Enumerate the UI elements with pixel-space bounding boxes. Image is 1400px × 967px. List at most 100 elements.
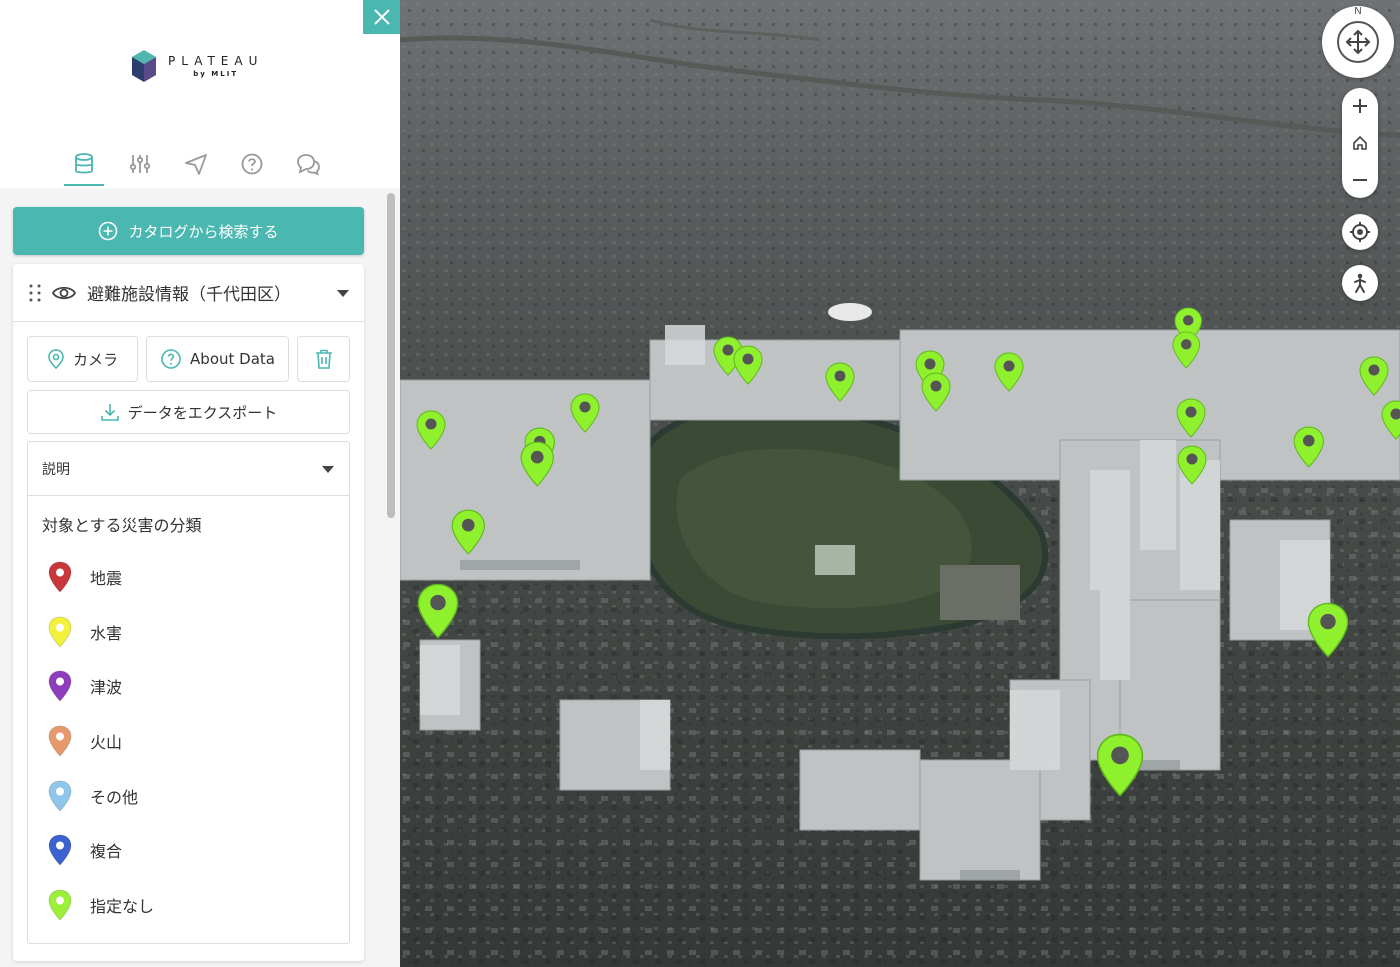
legend-label: 複合 bbox=[90, 842, 123, 862]
legend-item: 指定なし bbox=[48, 878, 349, 933]
evacuation-site-pin[interactable] bbox=[416, 410, 446, 454]
question-circle-icon bbox=[161, 349, 181, 369]
legend-label: 津波 bbox=[90, 678, 123, 698]
close-icon bbox=[373, 9, 390, 25]
compass-control[interactable]: N bbox=[1322, 6, 1394, 78]
legend-item: その他 bbox=[48, 768, 349, 823]
legend-label: 地震 bbox=[90, 569, 123, 589]
evacuation-site-pin[interactable] bbox=[570, 393, 600, 437]
panel-header: PLATEAU by MLIT bbox=[0, 0, 400, 188]
legend-item: 水害 bbox=[48, 605, 349, 660]
sliders-icon bbox=[129, 155, 151, 173]
home-button[interactable] bbox=[1342, 125, 1378, 161]
layer-title: 避難施設情報（千代田区） bbox=[87, 285, 291, 305]
map-marker-icon bbox=[48, 561, 72, 594]
map-marker-icon bbox=[48, 889, 72, 921]
map-marker-icon bbox=[1293, 426, 1325, 469]
evacuation-site-pin[interactable] bbox=[994, 352, 1024, 396]
search-catalog-button[interactable]: カタログから検索する bbox=[13, 207, 364, 255]
description-header: 説明 bbox=[42, 461, 70, 478]
evacuation-site-pin[interactable] bbox=[733, 345, 763, 389]
evacuation-site-pin[interactable] bbox=[417, 583, 459, 643]
map-marker-icon bbox=[48, 834, 72, 866]
legend-label: 火山 bbox=[90, 733, 123, 753]
disaster-legend: 地震水害津波火山その他複合指定なし bbox=[48, 550, 349, 932]
export-data-button[interactable]: データをエクスポート bbox=[27, 390, 350, 434]
map-marker-icon bbox=[48, 670, 72, 703]
map-marker-icon bbox=[48, 616, 72, 648]
panel-tabs bbox=[56, 148, 336, 188]
map-marker-icon bbox=[1172, 331, 1200, 369]
compass-north-label: N bbox=[1354, 6, 1362, 17]
tab-help[interactable] bbox=[224, 148, 280, 188]
legend-label: 指定なし bbox=[90, 896, 155, 916]
eye-icon[interactable] bbox=[51, 283, 77, 303]
evacuation-site-pin[interactable] bbox=[1177, 445, 1207, 489]
evacuation-site-pin[interactable] bbox=[921, 372, 951, 416]
logo-subtitle: by MLIT bbox=[193, 70, 239, 78]
legend-item: 津波 bbox=[48, 659, 349, 714]
map-marker-icon bbox=[994, 352, 1024, 392]
logo-title: PLATEAU bbox=[168, 54, 264, 68]
camera-button[interactable]: カメラ bbox=[27, 336, 138, 382]
zoom-in-button[interactable] bbox=[1342, 88, 1378, 124]
evacuation-site-pin[interactable] bbox=[520, 441, 555, 491]
map-marker-icon bbox=[733, 345, 763, 385]
tab-data[interactable] bbox=[56, 148, 112, 188]
home-icon bbox=[1353, 135, 1367, 150]
location-pin-icon bbox=[48, 349, 64, 369]
map-marker-icon bbox=[921, 372, 951, 412]
search-catalog-label: カタログから検索する bbox=[128, 222, 279, 241]
locate-button[interactable] bbox=[1342, 214, 1378, 250]
evacuation-site-pin[interactable] bbox=[1172, 331, 1201, 373]
database-icon bbox=[75, 153, 93, 174]
pedestrian-mode-button[interactable] bbox=[1342, 265, 1378, 301]
evacuation-site-pin[interactable] bbox=[1359, 356, 1389, 400]
description-toggle[interactable]: 説明 bbox=[28, 442, 349, 496]
delete-layer-button[interactable] bbox=[297, 336, 350, 382]
layer-actions: カメラ About Data bbox=[27, 336, 350, 382]
map-marker-icon bbox=[570, 393, 600, 433]
evacuation-site-pin[interactable] bbox=[1307, 602, 1349, 662]
map-marker-icon bbox=[48, 780, 72, 812]
map-marker-icon bbox=[48, 725, 72, 757]
chevron-down-icon[interactable] bbox=[336, 288, 350, 298]
panel-scrollbar-thumb[interactable] bbox=[387, 193, 395, 518]
layer-card-header: 避難施設情報（千代田区） bbox=[13, 264, 364, 322]
crosshair-icon bbox=[1350, 222, 1370, 242]
map-view[interactable]: N bbox=[400, 0, 1400, 967]
map-marker-icon bbox=[1176, 398, 1206, 438]
close-panel-button[interactable] bbox=[363, 0, 400, 34]
tab-settings[interactable] bbox=[112, 148, 168, 188]
map-marker-icon bbox=[520, 441, 554, 487]
legend-title: 対象とする災害の分類 bbox=[42, 516, 202, 535]
tab-feedback[interactable] bbox=[280, 148, 336, 188]
trash-icon bbox=[315, 349, 332, 369]
about-data-button[interactable]: About Data bbox=[146, 336, 289, 382]
map-marker-icon bbox=[416, 410, 446, 450]
layer-card: 避難施設情報（千代田区） カメラ About Data データをエクスポート 説… bbox=[13, 264, 364, 961]
side-panel: PLATEAU by MLIT カタログから検索する 避難施設情報（千代田区） … bbox=[0, 0, 400, 967]
legend-item: 複合 bbox=[48, 823, 349, 878]
camera-label: カメラ bbox=[72, 350, 118, 369]
evacuation-site-pin[interactable] bbox=[1096, 733, 1144, 801]
legend-item: 地震 bbox=[48, 550, 349, 605]
tab-share[interactable] bbox=[168, 148, 224, 188]
map-marker-icon bbox=[1359, 356, 1389, 396]
pan-arrows-icon[interactable] bbox=[1337, 21, 1379, 63]
zoom-out-button[interactable] bbox=[1342, 162, 1378, 198]
evacuation-site-pin[interactable] bbox=[1176, 398, 1206, 442]
legend-label: 水害 bbox=[90, 623, 123, 643]
evacuation-site-pin[interactable] bbox=[451, 509, 486, 559]
drag-handle-icon[interactable] bbox=[27, 283, 43, 303]
download-icon bbox=[100, 404, 119, 421]
send-icon bbox=[185, 154, 207, 175]
evacuation-site-pin[interactable] bbox=[1381, 400, 1400, 444]
evacuation-site-pin[interactable] bbox=[1293, 426, 1325, 472]
evacuation-site-pin[interactable] bbox=[825, 362, 855, 406]
chat-icon bbox=[297, 154, 320, 176]
chevron-down-icon bbox=[322, 465, 334, 473]
map-marker-icon bbox=[1381, 400, 1400, 440]
legend-item: 火山 bbox=[48, 714, 349, 769]
plus-icon bbox=[1353, 99, 1367, 114]
